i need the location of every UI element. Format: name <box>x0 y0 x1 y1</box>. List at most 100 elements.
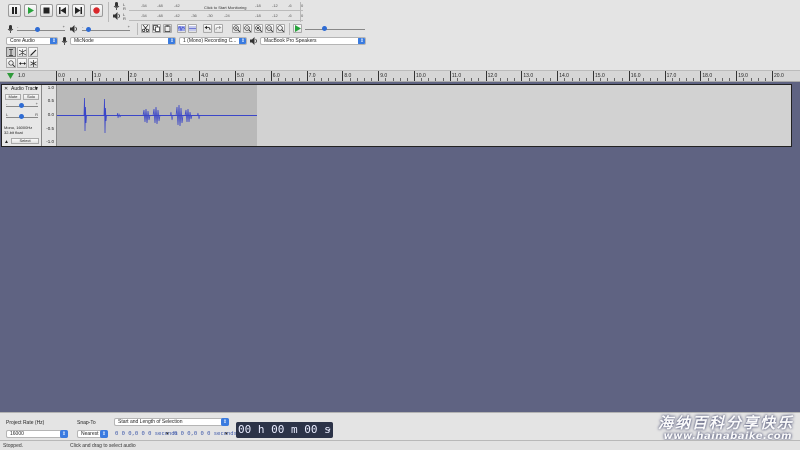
solo-button[interactable]: Solo <box>23 94 39 100</box>
audio-track[interactable]: ✕ Audio Track ▼ Mute Solo - + L R Mono, … <box>1 84 792 147</box>
recording-channels-select[interactable]: 1 (Mono) Recording C... ⇕ <box>179 37 247 45</box>
skip-to-start-button[interactable] <box>56 4 69 17</box>
pan-slider[interactable]: L R <box>6 112 38 121</box>
audio-host-select[interactable]: Core Audio ⇕ <box>6 37 58 45</box>
vruler-label: -0.5 <box>46 126 54 131</box>
close-icon[interactable]: ✕ <box>4 86 8 92</box>
record-button[interactable] <box>90 4 103 17</box>
project-rate-select[interactable]: 16000 ⇕ <box>6 430 68 438</box>
waveform-area[interactable] <box>57 85 791 146</box>
zoom-selection-icon <box>255 25 262 32</box>
play-icon <box>28 7 34 14</box>
play-button[interactable] <box>24 4 37 17</box>
audio-position-display[interactable]: 00 h 00 m 00 s ▾ <box>236 422 333 438</box>
zoom-tool-button[interactable] <box>6 58 16 68</box>
timeline-minor-tick <box>285 78 287 81</box>
skip-end-icon <box>75 7 82 14</box>
timeline-minor-tick <box>621 78 623 81</box>
fit-project-button[interactable] <box>265 24 274 33</box>
selection-tool-button[interactable] <box>6 47 16 57</box>
timeline-minor-tick <box>528 78 530 81</box>
collapse-triangle-icon[interactable]: ▲ <box>4 139 9 145</box>
timeline-minor-tick <box>242 78 244 81</box>
timeline-minor-tick <box>106 78 108 81</box>
multi-tool-button[interactable] <box>28 58 38 68</box>
slider-knob[interactable] <box>322 26 327 31</box>
chevron-down-icon[interactable]: ▾ <box>166 431 169 437</box>
timeline-minor-tick <box>120 78 122 81</box>
chevron-down-icon: ⇕ <box>221 418 229 426</box>
selection-mode-select[interactable]: Start and Length of Selection ⇕ <box>114 418 229 426</box>
meter-tick: -24 <box>224 13 230 18</box>
redo-button[interactable] <box>214 24 223 33</box>
pause-button[interactable] <box>8 4 21 17</box>
playback-speed-slider[interactable] <box>305 25 365 33</box>
timeline-minor-tick <box>84 78 86 81</box>
draw-tool-button[interactable] <box>28 47 38 57</box>
silence-button[interactable] <box>188 24 197 33</box>
vruler-label: 1.0 <box>47 85 54 90</box>
microphone-icon <box>113 2 120 10</box>
timeline-minor-tick <box>542 78 544 81</box>
cut-button[interactable] <box>141 24 150 33</box>
playback-volume-slider[interactable]: - + <box>82 24 130 33</box>
separator <box>137 23 138 35</box>
timeline-minor-tick <box>643 78 645 81</box>
chevron-down-icon: ⇕ <box>60 430 68 438</box>
trim-button[interactable] <box>177 24 186 33</box>
copy-button[interactable] <box>152 24 161 33</box>
monitor-label[interactable]: Click to Start Monitoring <box>204 5 246 10</box>
select-track-button[interactable]: Select <box>11 138 39 144</box>
slider-knob[interactable] <box>19 114 24 119</box>
timeline-ruler[interactable]: 1.0 0.0 1.0 2.0 3.0 4.0 5.0 6.0 7.0 8.0 9.0 10.0 11… <box>0 70 800 82</box>
dropdown-triangle-icon[interactable]: ▼ <box>34 86 39 92</box>
track-area[interactable]: ✕ Audio Track ▼ Mute Solo - + L R Mono, … <box>0 82 800 412</box>
slider-knob[interactable] <box>86 27 91 32</box>
snap-to-select[interactable]: Nearest ⇕ <box>77 430 108 438</box>
zoom-toggle-button[interactable] <box>276 24 285 33</box>
zoom-out-icon <box>244 25 251 32</box>
playback-meter[interactable]: L R -54 -48 -42 -36 -30 -24 -18 -12 -6 0 <box>113 12 303 21</box>
timeline-minor-tick <box>356 78 358 81</box>
scissors-icon <box>142 25 149 32</box>
chevron-down-icon[interactable]: ▾ <box>328 422 331 438</box>
status-hint: Click and drag to select audio <box>70 443 136 449</box>
timeline-minor-tick <box>206 78 208 81</box>
zoom-in-button[interactable] <box>232 24 241 33</box>
mute-button[interactable]: Mute <box>5 94 21 100</box>
recording-device-select[interactable]: MicNode ⇕ <box>70 37 176 45</box>
waveform[interactable] <box>57 85 791 146</box>
recording-volume-slider[interactable]: - + <box>17 24 65 33</box>
meter-tick: 0 <box>301 13 304 18</box>
play-at-speed-button[interactable] <box>293 24 302 33</box>
undo-button[interactable] <box>203 24 212 33</box>
timeline-major-tick <box>628 71 630 81</box>
timeline-minor-tick <box>192 78 194 81</box>
timeline-minor-tick <box>177 78 179 81</box>
gain-slider[interactable]: - + <box>6 101 38 110</box>
meter-tick: -30 <box>207 13 213 18</box>
play-head-triangle-icon[interactable] <box>7 73 14 80</box>
chevron-down-icon[interactable]: ▾ <box>225 431 228 437</box>
timeline-minor-tick <box>98 78 100 81</box>
envelope-tool-button[interactable] <box>17 47 27 57</box>
playback-device-select[interactable]: MacBook Pro Speakers ⇕ <box>260 37 366 45</box>
zoom-out-button[interactable] <box>243 24 252 33</box>
record-meter[interactable]: L R -54 -48 -42 Click to Start Monitorin… <box>113 2 303 11</box>
double-arrow-icon <box>18 61 26 65</box>
chevron-down-icon: ⇕ <box>358 38 365 44</box>
fit-selection-button[interactable] <box>254 24 263 33</box>
timeline-minor-tick <box>156 78 158 81</box>
skip-to-end-button[interactable] <box>72 4 85 17</box>
track-control-panel[interactable]: ✕ Audio Track ▼ Mute Solo - + L R Mono, … <box>2 85 42 146</box>
paste-button[interactable] <box>163 24 172 33</box>
slider-knob[interactable] <box>19 103 24 108</box>
slider-knob[interactable] <box>35 27 40 32</box>
timeline-minor-tick <box>292 78 294 81</box>
meter-channel-right: R <box>123 6 126 11</box>
stop-button[interactable] <box>40 4 53 17</box>
timeline-minor-tick <box>349 78 351 81</box>
timeline-minor-tick <box>277 78 279 81</box>
snap-to-value: Nearest <box>81 431 99 437</box>
time-shift-tool-button[interactable] <box>17 58 27 68</box>
